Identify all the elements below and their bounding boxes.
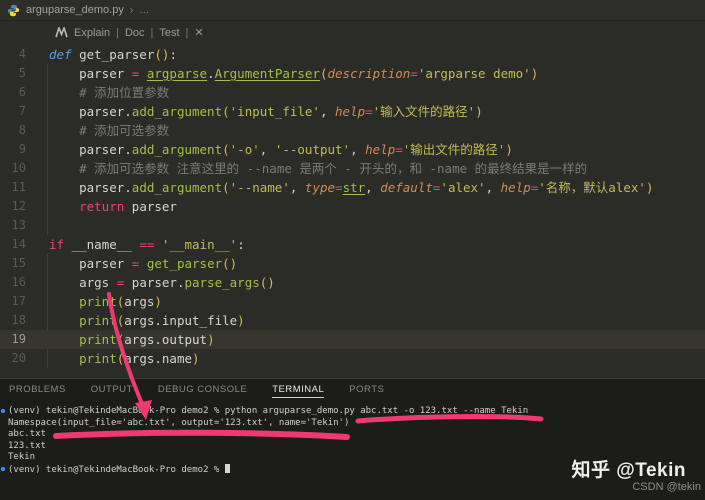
terminal-line: 123.txt (8, 441, 705, 453)
code-line[interactable]: 8 # 添加可选参数 (0, 121, 705, 140)
code-line[interactable]: 11 parser.add_argument('--name', type=st… (0, 178, 705, 197)
code-line[interactable]: 9 parser.add_argument('-o', '--output', … (0, 140, 705, 159)
terminal-text: Tekin (8, 452, 35, 462)
terminal-text: 123.txt (8, 441, 46, 451)
panel-tab-problems[interactable]: PROBLEMS (9, 384, 66, 398)
line-number: 8 (0, 121, 26, 140)
code-line[interactable]: 13 (0, 216, 705, 235)
code-line[interactable]: 10 # 添加可选参数 注意这里的 --name 是两个 - 开头的，和 -na… (0, 159, 705, 178)
line-number: 5 (0, 64, 26, 83)
line-number: 20 (0, 349, 26, 368)
terminal-text: Namespace(input_file='abc.txt', output='… (8, 418, 349, 428)
line-number: 12 (0, 197, 26, 216)
code-text: if __name__ == '__main__': (49, 235, 245, 254)
code-text: parser.add_argument('--name', type=str, … (49, 178, 653, 197)
code-text: args = parser.parse_args() (49, 273, 275, 292)
ai-assistant-icon (55, 27, 68, 38)
panel-tab-debug-console[interactable]: DEBUG CONSOLE (158, 384, 247, 398)
command-decoration-icon[interactable] (1, 409, 5, 413)
watermark-zhihu: 知乎 @Tekin (571, 455, 701, 482)
code-line[interactable]: 17 print(args) (0, 292, 705, 311)
codelens-close-icon[interactable]: ✕ (194, 26, 203, 39)
line-number: 15 (0, 254, 26, 273)
line-number: 14 (0, 235, 26, 254)
code-text: def get_parser(): (49, 45, 177, 64)
panel-tab-terminal[interactable]: TERMINAL (272, 384, 324, 398)
line-number: 17 (0, 292, 26, 311)
terminal-line: (venv) tekin@TekindeMacBook-Pro demo2 % … (8, 406, 705, 418)
command-decoration-icon[interactable] (1, 467, 5, 471)
codelens-separator: | (186, 27, 189, 39)
code-text: print(args) (49, 292, 162, 311)
terminal-text: (venv) tekin@TekindeMacBook-Pro demo2 % (8, 465, 225, 475)
line-number: 19 (0, 330, 26, 349)
panel-tab-ports[interactable]: PORTS (349, 384, 384, 398)
codelens-explain-button[interactable]: Explain (74, 27, 110, 39)
code-text: return parser (49, 197, 177, 216)
code-text: print(args.name) (49, 349, 200, 368)
watermark: 知乎 @Tekin CSDN @tekin (571, 455, 701, 493)
line-number: 7 (0, 102, 26, 121)
code-text: # 添加可选参数 (49, 121, 169, 140)
line-number: 11 (0, 178, 26, 197)
code-line[interactable]: 5 parser = argparse.ArgumentParser(descr… (0, 64, 705, 83)
codelens-separator: | (151, 27, 154, 39)
codelens-doc-button[interactable]: Doc (125, 27, 145, 39)
code-line[interactable]: 7 parser.add_argument('input_file', help… (0, 102, 705, 121)
code-lines: 4def get_parser():5 parser = argparse.Ar… (0, 45, 705, 368)
line-number: 16 (0, 273, 26, 292)
code-line[interactable]: 16 args = parser.parse_args() (0, 273, 705, 292)
code-text: print(args.output) (49, 330, 215, 349)
code-text: parser.add_argument('input_file', help='… (49, 102, 483, 121)
code-text: # 添加位置参数 (49, 83, 169, 102)
codelens-separator: | (116, 27, 119, 39)
line-number: 18 (0, 311, 26, 330)
code-line[interactable]: 20 print(args.name) (0, 349, 705, 368)
code-text: parser.add_argument('-o', '--output', he… (49, 140, 513, 159)
code-text: parser = argparse.ArgumentParser(descrip… (49, 64, 538, 83)
code-line[interactable]: 19 print(args.output) (0, 330, 705, 349)
line-number: 9 (0, 140, 26, 159)
code-line[interactable]: 4 def get_parser(): (0, 45, 705, 64)
breadcrumb-chevron-icon: › (130, 5, 133, 16)
code-line[interactable]: 12 return parser (0, 197, 705, 216)
terminal-line: Namespace(input_file='abc.txt', output='… (8, 418, 705, 430)
code-line[interactable]: 6 # 添加位置参数 (0, 83, 705, 102)
code-editor[interactable]: Explain|Doc|Test|✕ 4def get_parser():5 p… (0, 21, 705, 378)
panel-tab-output[interactable]: OUTPUT (91, 384, 133, 398)
breadcrumb: arguparse_demo.py › … (0, 0, 705, 21)
python-file-icon (7, 4, 20, 17)
terminal-line: abc.txt (8, 429, 705, 441)
codelens-test-button[interactable]: Test (159, 27, 179, 39)
line-number: 4 (0, 45, 26, 64)
watermark-csdn: CSDN @tekin (571, 481, 701, 493)
code-text: # 添加可选参数 注意这里的 --name 是两个 - 开头的，和 -name … (49, 159, 587, 178)
code-line[interactable]: 14 if __name__ == '__main__': (0, 235, 705, 254)
line-number: 13 (0, 216, 26, 235)
terminal-text: (venv) tekin@TekindeMacBook-Pro demo2 % … (8, 406, 528, 416)
codelens-actions: Explain | Doc | Test | ✕ (55, 26, 204, 39)
terminal-text: abc.txt (8, 429, 46, 439)
breadcrumb-ellipsis[interactable]: … (139, 5, 149, 16)
line-number: 6 (0, 83, 26, 102)
terminal-cursor (225, 464, 230, 473)
code-line[interactable]: 18 print(args.input_file) (0, 311, 705, 330)
line-number: 10 (0, 159, 26, 178)
breadcrumb-filename[interactable]: arguparse_demo.py (26, 4, 124, 16)
panel-tabs: PROBLEMS OUTPUT DEBUG CONSOLE TERMINAL PORTS (0, 379, 705, 403)
code-text: print(args.input_file) (49, 311, 245, 330)
code-text: parser = get_parser() (49, 254, 237, 273)
code-line[interactable]: 15 parser = get_parser() (0, 254, 705, 273)
